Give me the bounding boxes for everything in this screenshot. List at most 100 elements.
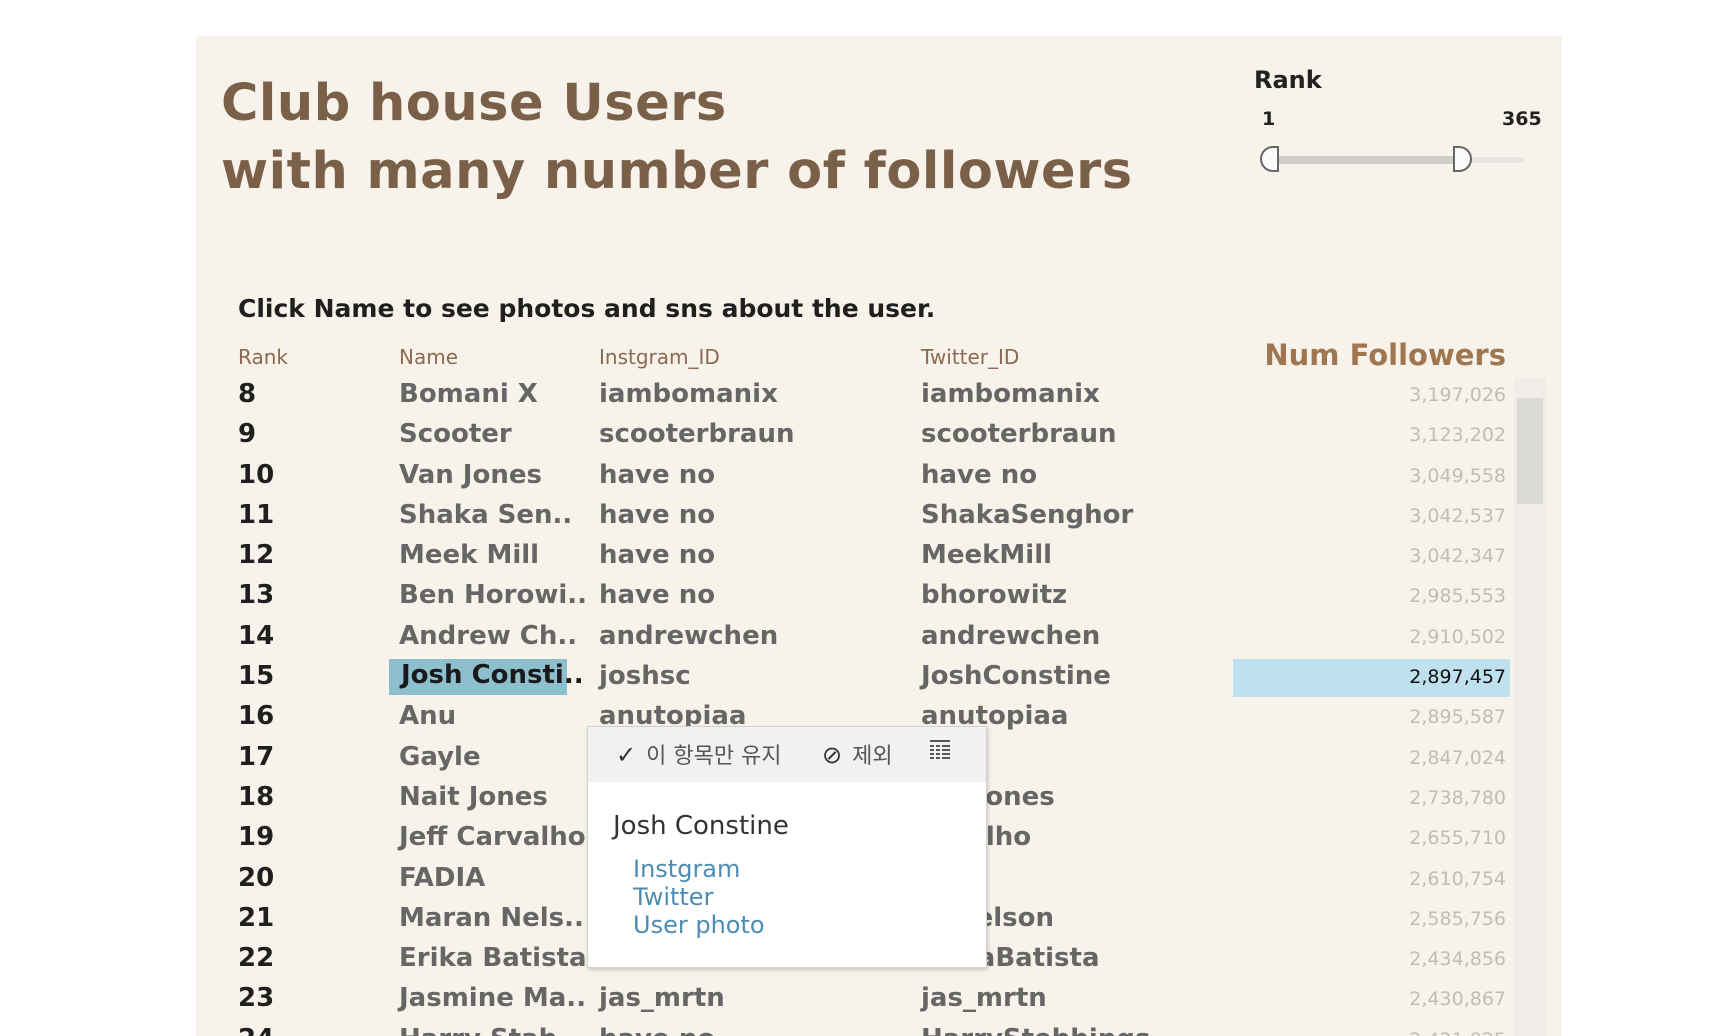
followers-cell: 2,655,710	[1409, 827, 1506, 850]
twitter-cell: JoshConstine	[921, 661, 1111, 692]
tooltip-user-name: Josh Constine	[613, 811, 789, 841]
table-row: 13 Ben Horowi.. have no bhorowitz 2,985,553	[196, 578, 1562, 618]
rank-slider-selected-range	[1270, 156, 1462, 164]
twitter-cell: iambomanix	[921, 379, 1100, 409]
instagram-cell: have no	[599, 499, 716, 530]
rank-cell: 10	[238, 459, 275, 490]
rank-max-label: 365	[1502, 108, 1542, 130]
followers-cell: 3,123,202	[1409, 424, 1506, 447]
rank-cell: 17	[238, 741, 275, 772]
name-cell[interactable]: Anu	[399, 701, 456, 731]
twitter-cell: jas_mrtn	[921, 983, 1047, 1014]
rank-cell: 20	[238, 862, 275, 893]
rank-cell: 19	[238, 822, 275, 853]
column-header-rank[interactable]: Rank	[238, 345, 288, 369]
rank-cell: 12	[238, 540, 275, 571]
followers-cell: 2,847,024	[1409, 746, 1506, 769]
twitter-cell: andrewchen	[921, 620, 1101, 651]
rank-slider-max-handle[interactable]	[1453, 146, 1472, 172]
tooltip-popup: ✓ 이 항목만 유지 ⊘ 제외 Josh Constine Instgram Twi…	[587, 726, 987, 968]
column-header-followers[interactable]: Num Followers	[1264, 338, 1506, 372]
followers-cell: 2,434,856	[1409, 948, 1506, 971]
rank-cell: 24	[238, 1024, 274, 1036]
name-cell[interactable]: Erika Batista	[399, 943, 587, 973]
table-row: 11 Shaka Sen.. have no ShakaSenghor 3,042,53…	[196, 498, 1562, 538]
twitter-link[interactable]: Twitter	[633, 883, 713, 911]
rank-slider-min-handle[interactable]	[1260, 146, 1279, 172]
name-cell[interactable]: FADIA	[399, 863, 485, 893]
followers-cell: 3,042,347	[1409, 545, 1506, 568]
table-row: 15 Josh Consti.. joshsc JoshConstine 2,897,4…	[196, 659, 1562, 699]
instagram-cell: have no	[599, 540, 716, 571]
followers-cell: 2,610,754	[1409, 867, 1506, 890]
name-cell[interactable]: Harry Stab..	[399, 1024, 577, 1036]
rank-filter-title: Rank	[1254, 66, 1322, 94]
instagram-cell: have no	[599, 459, 716, 490]
column-header-twitter[interactable]: Twitter_ID	[921, 345, 1019, 369]
followers-cell: 2,738,780	[1409, 786, 1506, 809]
twitter-cell: have no	[921, 459, 1038, 490]
name-cell[interactable]: Nait Jones	[399, 782, 548, 812]
name-cell[interactable]: Ben Horowi..	[399, 580, 587, 610]
rank-min-label: 1	[1262, 108, 1276, 130]
followers-cell: 2,430,867	[1409, 988, 1506, 1011]
exclude-label: 제외	[852, 744, 893, 769]
twitter-cell: MeekMill	[921, 540, 1053, 571]
name-cell[interactable]: Maran Nels..	[399, 903, 584, 933]
page-title-line-2: with many number of followers	[221, 142, 1133, 201]
instagram-cell: have no	[599, 580, 716, 611]
table-row: 24 Harry Stab.. have no HarryStebbings 2,421…	[196, 1022, 1562, 1036]
view-data-button[interactable]	[928, 737, 952, 767]
exclude-button[interactable]: ⊘ 제외	[822, 738, 893, 770]
instagram-cell: joshsc	[599, 661, 691, 692]
instagram-link[interactable]: Instgram	[633, 855, 740, 883]
rank-cell: 8	[238, 379, 257, 409]
instagram-cell: andrewchen	[599, 620, 779, 651]
name-cell[interactable]: Gayle	[399, 742, 481, 772]
rank-cell: 15	[238, 661, 275, 692]
followers-cell: 2,910,502	[1409, 625, 1506, 648]
rank-cell: 22	[238, 943, 275, 974]
name-cell[interactable]: Jeff Carvalho	[399, 822, 586, 852]
name-cell[interactable]: Shaka Sen..	[399, 500, 572, 530]
name-cell[interactable]: Josh Consti..	[389, 659, 584, 696]
column-header-instagram[interactable]: Instgram_ID	[599, 345, 720, 369]
name-cell[interactable]: Bomani X	[399, 379, 538, 409]
followers-cell: 2,585,756	[1409, 907, 1506, 930]
instructions-text: Click Name to see photos and sns about t…	[238, 294, 936, 323]
table-scrollbar-thumb[interactable]	[1517, 398, 1543, 504]
name-cell[interactable]: Van Jones	[399, 460, 542, 490]
rank-cell: 21	[238, 902, 275, 933]
name-cell[interactable]: Meek Mill	[399, 540, 539, 570]
column-header-name[interactable]: Name	[399, 345, 458, 369]
followers-cell: 2,895,587	[1409, 706, 1506, 729]
table-row: 8 Bomani X iambomanix iambomanix 3,197,026	[196, 377, 1562, 417]
view-data-icon	[930, 740, 950, 759]
user-photo-link[interactable]: User photo	[633, 911, 765, 939]
rank-cell: 13	[238, 580, 275, 611]
table-row: 12 Meek Mill have no MeekMill 3,042,347	[196, 538, 1562, 578]
rank-cell: 9	[238, 419, 257, 450]
name-cell[interactable]: Scooter	[399, 419, 512, 449]
keep-only-button[interactable]: ✓ 이 항목만 유지	[616, 738, 782, 770]
followers-cell: 3,197,026	[1409, 384, 1506, 406]
name-cell[interactable]: Andrew Ch..	[399, 621, 577, 651]
table-row: 10 Van Jones have no have no 3,049,558	[196, 458, 1562, 498]
table-row: 23 Jasmine Ma.. jas_mrtn jas_mrtn 2,430,867	[196, 981, 1562, 1021]
name-cell[interactable]: Jasmine Ma..	[399, 983, 586, 1013]
rank-cell: 11	[238, 499, 275, 530]
rank-cell: 18	[238, 781, 275, 812]
instagram-cell: iambomanix	[599, 379, 778, 409]
keep-only-label: 이 항목만 유지	[646, 744, 782, 769]
followers-cell: 2,897,457	[1409, 666, 1506, 689]
table-row: 9 Scooter scooterbraun scooterbraun 3,123,20…	[196, 417, 1562, 457]
followers-cell: 3,042,537	[1409, 504, 1506, 527]
followers-cell: 2,421,025	[1409, 1029, 1506, 1036]
rank-cell: 14	[238, 620, 275, 651]
page-title-line-1: Club house Users	[221, 74, 727, 133]
instagram-cell: have no	[599, 1024, 715, 1036]
rank-cell: 16	[238, 701, 275, 732]
twitter-cell: ShakaSenghor	[921, 499, 1134, 530]
instagram-cell: scooterbraun	[599, 419, 795, 450]
table-row: 14 Andrew Ch.. andrewchen andrewchen 2,910,5…	[196, 619, 1562, 659]
